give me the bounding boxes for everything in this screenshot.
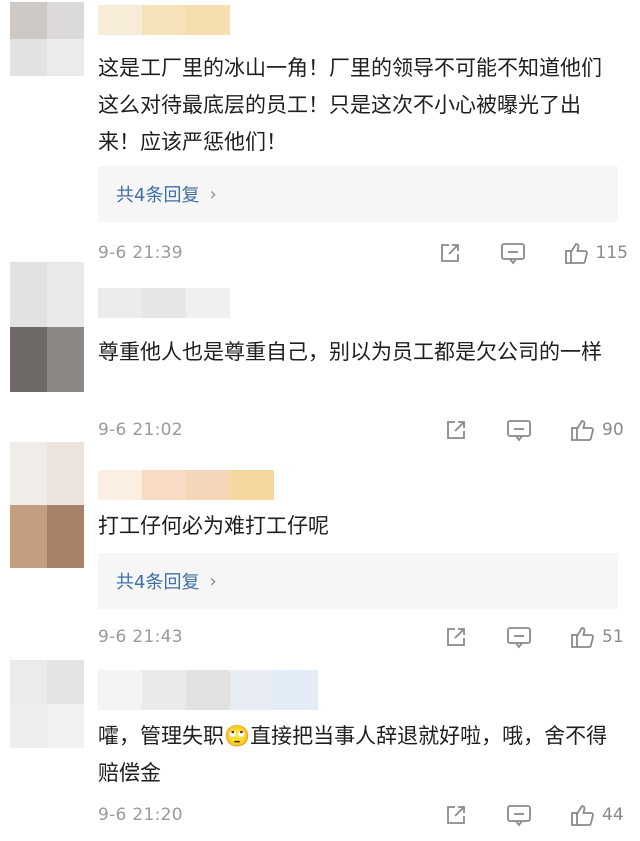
comment-icon[interactable] [500,241,526,265]
reply-count-label: 共4条回复 [116,572,200,593]
like-count: 115 [595,243,628,263]
avatar[interactable] [10,660,84,748]
like-icon [571,805,594,826]
timestamp: 9-6 21:20 [98,805,183,825]
avatar[interactable] [10,2,84,76]
like-icon [571,420,594,441]
like-count: 51 [602,627,624,647]
timestamp: 9-6 21:43 [98,627,183,647]
share-icon[interactable] [444,625,468,649]
avatar[interactable] [10,262,84,392]
view-replies-button[interactable]: 共4条回复 › [98,166,618,222]
comment-actions: 51 [444,624,628,650]
like-button[interactable]: 90 [570,417,628,443]
comment-meta: 9-6 21:43 51 [98,622,628,652]
like-icon [571,627,594,648]
comment-meta: 9-6 21:39 115 [98,238,628,268]
comment-icon[interactable] [506,418,532,442]
reply-count-label: 共4条回复 [116,185,200,206]
username-redacted[interactable] [98,470,274,500]
comment-text: 这是工厂里的冰山一角！厂里的领导不可能不知道他们这么对待最底层的员工！只是这次不… [98,56,602,154]
avatar[interactable] [10,442,84,568]
comment-text: 嚯，管理失职🙄直接把当事人辞退就好啦，哦，舍不得赔偿金 [98,724,608,785]
like-button[interactable]: 51 [570,624,628,650]
share-icon[interactable] [438,241,462,265]
timestamp: 9-6 21:02 [98,420,183,440]
share-icon[interactable] [444,418,468,442]
comment-meta: 9-6 21:02 90 [98,415,628,445]
like-count: 90 [602,420,624,440]
share-icon[interactable] [444,803,468,827]
comment-text: 尊重他人也是尊重自己，别以为员工都是欠公司的一样 [98,340,602,364]
chevron-right-icon: › [209,570,217,592]
username-redacted[interactable] [98,670,318,710]
view-replies-button[interactable]: 共4条回复 › [98,553,618,609]
comment-actions: 44 [444,802,628,828]
comment-text: 打工仔何必为难打工仔呢 [98,514,329,538]
like-button[interactable]: 44 [570,802,628,828]
timestamp: 9-6 21:39 [98,243,183,263]
chevron-right-icon: › [209,183,217,205]
comment-icon[interactable] [506,625,532,649]
like-icon [564,243,588,264]
comment-actions: 90 [444,417,628,443]
comment-meta: 9-6 21:20 44 [98,800,628,830]
username-redacted[interactable] [98,5,230,35]
comment-actions: 115 [438,240,628,266]
username-redacted[interactable] [98,288,230,318]
comment-icon[interactable] [506,803,532,827]
like-count: 44 [602,805,624,825]
like-button[interactable]: 115 [564,240,628,266]
